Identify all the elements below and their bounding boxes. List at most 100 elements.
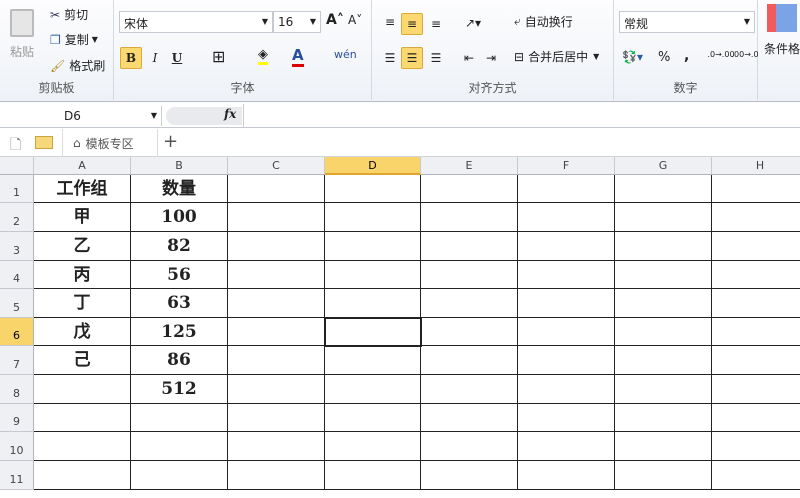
row-header[interactable]: 8 [0, 375, 34, 404]
cell-H1[interactable] [712, 175, 800, 203]
cell-C2[interactable] [228, 203, 325, 232]
cell-E3[interactable] [421, 232, 518, 261]
column-header[interactable]: D [325, 157, 421, 175]
row-header[interactable]: 6 [0, 318, 34, 346]
number-format-select[interactable]: 常规 ▼ [619, 11, 755, 33]
column-header[interactable]: F [518, 157, 615, 175]
copy-button[interactable]: ❐ 复制 ▼ [50, 31, 98, 48]
paste-button[interactable]: 粘贴 [4, 4, 40, 64]
cell-A4[interactable]: 丙 [34, 261, 131, 289]
cell-G5[interactable] [615, 289, 712, 318]
cell-B6[interactable]: 125 [131, 318, 228, 346]
cell-F4[interactable] [518, 261, 615, 289]
cell-G9[interactable] [615, 404, 712, 432]
cell-H5[interactable] [712, 289, 800, 318]
cell-E7[interactable] [421, 346, 518, 375]
cell-F7[interactable] [518, 346, 615, 375]
cell-H8[interactable] [712, 375, 800, 404]
cell-D2[interactable] [325, 203, 421, 232]
align-right-icon[interactable]: ☰ [426, 47, 446, 69]
cell-G8[interactable] [615, 375, 712, 404]
cell-A5[interactable]: 丁 [34, 289, 131, 318]
cell-A1[interactable]: 工作组 [34, 175, 131, 203]
cell-C10[interactable] [228, 432, 325, 461]
increase-decimal-button[interactable]: .0→.00 [707, 50, 734, 59]
align-top-icon[interactable]: ≡ [380, 12, 400, 32]
folder-icon[interactable] [35, 136, 53, 149]
select-all-corner[interactable] [0, 157, 34, 175]
add-tab-button[interactable]: + [163, 131, 178, 152]
cell-C5[interactable] [228, 289, 325, 318]
cell-D8[interactable] [325, 375, 421, 404]
row-header[interactable]: 4 [0, 261, 34, 289]
cell-H9[interactable] [712, 404, 800, 432]
cell-E10[interactable] [421, 432, 518, 461]
cell-C4[interactable] [228, 261, 325, 289]
cell-C9[interactable] [228, 404, 325, 432]
cell-B3[interactable]: 82 [131, 232, 228, 261]
fill-color-icon[interactable]: ◈ [258, 47, 268, 65]
cell-A8[interactable] [34, 375, 131, 404]
cell-G6[interactable] [615, 318, 712, 346]
row-header[interactable]: 1 [0, 175, 34, 203]
column-header[interactable]: B [131, 157, 228, 175]
cell-C6[interactable] [228, 318, 325, 346]
currency-icon[interactable]: 💱▾ [622, 50, 643, 64]
align-center-icon[interactable]: ☰ [401, 47, 423, 69]
wrap-text-button[interactable]: ⤶ 自动换行 [514, 13, 573, 30]
new-file-icon[interactable]: 🗋 [10, 134, 21, 158]
decrease-indent-icon[interactable]: ⇤ [460, 47, 478, 69]
column-header[interactable]: H [712, 157, 800, 175]
cell-A7[interactable]: 己 [34, 346, 131, 375]
cell-G7[interactable] [615, 346, 712, 375]
cell-B7[interactable]: 86 [131, 346, 228, 375]
decrease-font-icon[interactable]: A˅ [348, 13, 362, 27]
italic-button[interactable]: I [146, 47, 164, 69]
row-header[interactable]: 10 [0, 432, 34, 461]
cell-G4[interactable] [615, 261, 712, 289]
cell-E8[interactable] [421, 375, 518, 404]
increase-indent-icon[interactable]: ⇥ [482, 47, 500, 69]
percent-button[interactable]: % [658, 50, 670, 65]
cell-F8[interactable] [518, 375, 615, 404]
fx-button[interactable]: fx [224, 107, 236, 121]
row-header[interactable]: 2 [0, 203, 34, 232]
cell-B4[interactable]: 56 [131, 261, 228, 289]
cell-H3[interactable] [712, 232, 800, 261]
cell-H4[interactable] [712, 261, 800, 289]
cell-E4[interactable] [421, 261, 518, 289]
cell-A2[interactable]: 甲 [34, 203, 131, 232]
cell-C3[interactable] [228, 232, 325, 261]
cell-B1[interactable]: 数量 [131, 175, 228, 203]
cell-B8[interactable]: 512 [131, 375, 228, 404]
cell-D7[interactable] [325, 346, 421, 375]
cell-D10[interactable] [325, 432, 421, 461]
cell-F5[interactable] [518, 289, 615, 318]
increase-font-icon[interactable]: A˄ [326, 12, 344, 28]
cell-F9[interactable] [518, 404, 615, 432]
column-header[interactable]: A [34, 157, 131, 175]
cell-E6[interactable] [421, 318, 518, 346]
cell-A10[interactable] [34, 432, 131, 461]
decrease-decimal-button[interactable]: .00→.0 [731, 50, 758, 59]
cell-H7[interactable] [712, 346, 800, 375]
tab-template-zone[interactable]: ⌂ 模板专区 [62, 129, 158, 157]
comma-button[interactable]: , [684, 48, 689, 64]
row-header[interactable]: 5 [0, 289, 34, 318]
row-header[interactable]: 7 [0, 346, 34, 375]
cell-B10[interactable] [131, 432, 228, 461]
cell-G10[interactable] [615, 432, 712, 461]
orientation-icon[interactable]: ↗▾ [460, 12, 486, 34]
cell-B2[interactable]: 100 [131, 203, 228, 232]
cell-B5[interactable]: 63 [131, 289, 228, 318]
cell-F10[interactable] [518, 432, 615, 461]
font-size-select[interactable]: 16 ▼ [273, 11, 321, 33]
cell-G2[interactable] [615, 203, 712, 232]
cell-H2[interactable] [712, 203, 800, 232]
cell-C7[interactable] [228, 346, 325, 375]
cell-D3[interactable] [325, 232, 421, 261]
cell-A3[interactable]: 乙 [34, 232, 131, 261]
bold-button[interactable]: B [120, 47, 142, 69]
cell-F1[interactable] [518, 175, 615, 203]
align-bottom-icon[interactable]: ≡ [426, 13, 446, 35]
